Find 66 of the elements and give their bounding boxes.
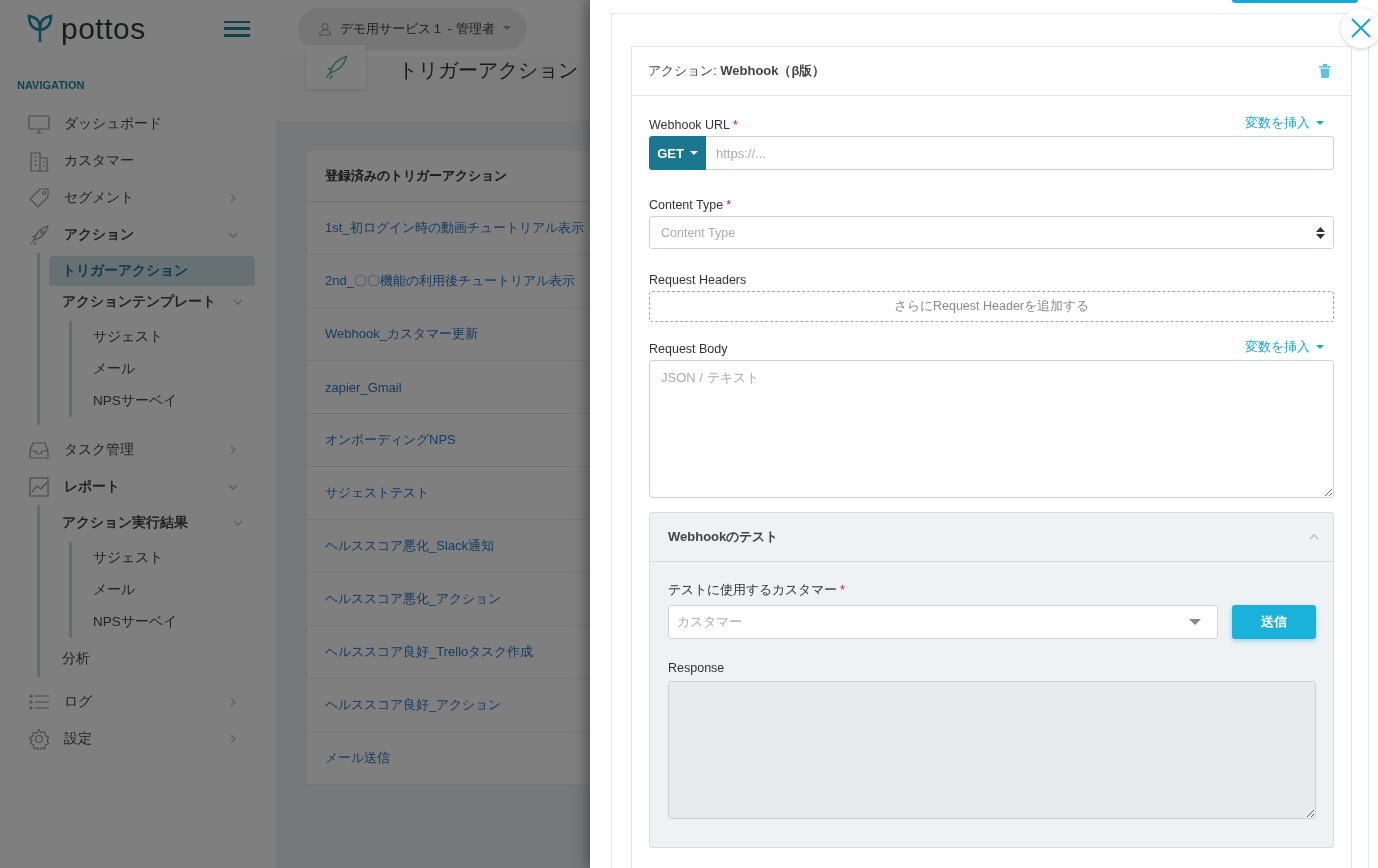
insert-variable-link[interactable]: 変数を挿入 bbox=[1245, 338, 1324, 356]
trigger-action-link[interactable]: 2nd_〇〇機能の利用後チュートリアル表示 bbox=[325, 272, 575, 290]
menu-icon[interactable] bbox=[224, 20, 250, 37]
nav-subitem[interactable]: NPSサーベイ bbox=[93, 606, 276, 638]
nav-item[interactable]: ログ bbox=[0, 683, 276, 720]
nav-subitem[interactable]: アクション実行結果 bbox=[49, 508, 255, 538]
send-button[interactable]: 送信 bbox=[1232, 605, 1316, 639]
nav-subitem[interactable]: 分析 bbox=[49, 644, 255, 674]
field-label: テストに使用するカスタマー * bbox=[668, 582, 846, 599]
nav-heading: NAVIGATION bbox=[16, 78, 86, 93]
trigger-action-link[interactable]: メール送信 bbox=[325, 749, 390, 767]
panel-title: Webhookのテスト bbox=[668, 528, 779, 546]
trigger-action-link[interactable]: Webhook_カスタマー更新 bbox=[325, 325, 478, 343]
logo-icon bbox=[27, 13, 53, 44]
nav-subitem[interactable]: メール bbox=[93, 353, 276, 385]
trigger-action-link[interactable]: zapier_Gmail bbox=[325, 379, 402, 395]
trigger-action-link[interactable]: サジェストテスト bbox=[325, 484, 429, 502]
field-label: Request Headers bbox=[649, 273, 747, 287]
account-menu[interactable]: デモ用サービス１ - 管理者 bbox=[298, 7, 527, 50]
rocket-icon bbox=[28, 223, 50, 246]
url-input[interactable]: https://... bbox=[706, 136, 1334, 170]
tag-icon bbox=[28, 186, 50, 209]
trigger-action-link[interactable]: ヘルススコア悪化_アクション bbox=[325, 590, 502, 608]
nav-subitem[interactable]: メール bbox=[93, 574, 276, 606]
trigger-action-link[interactable]: ヘルススコア悪化_Slack通知 bbox=[325, 537, 495, 555]
cut-off-button[interactable] bbox=[1232, 0, 1358, 3]
nav-item[interactable]: アクション bbox=[0, 216, 276, 253]
close-button[interactable] bbox=[1341, 8, 1378, 48]
trigger-action-link[interactable]: 1st_初ログイン時の動画チュートリアル表示 bbox=[325, 219, 584, 237]
field-label: Webhook URL * bbox=[649, 118, 738, 132]
monitor-icon bbox=[28, 112, 50, 135]
nav-item[interactable]: セグメント bbox=[0, 179, 276, 216]
trigger-action-link[interactable]: ヘルススコア良好_Trelloタスク作成 bbox=[325, 643, 534, 661]
nav-item[interactable]: カスタマー bbox=[0, 142, 276, 179]
insert-variable-link[interactable]: 変数を挿入 bbox=[1245, 114, 1324, 132]
user-icon bbox=[318, 21, 332, 36]
nav-item[interactable]: ダッシュボード bbox=[0, 105, 276, 142]
content-type-select[interactable]: Content Type bbox=[649, 216, 1334, 249]
request-body-textarea[interactable]: JSON / テキスト bbox=[649, 360, 1334, 498]
nav-subitem[interactable]: トリガーアクション bbox=[49, 256, 255, 286]
sort-arrows-icon bbox=[1316, 226, 1325, 239]
nav-subitem[interactable]: NPSサーベイ bbox=[93, 385, 276, 417]
field-label: Response bbox=[668, 661, 726, 675]
trash-icon[interactable] bbox=[1319, 64, 1331, 78]
close-icon bbox=[1351, 18, 1371, 38]
trigger-action-link[interactable]: オンボーディングNPS bbox=[325, 431, 456, 449]
nav-item[interactable]: レポート bbox=[0, 468, 276, 505]
nav-subitem[interactable]: アクションテンプレート bbox=[49, 287, 255, 317]
nav-item[interactable]: タスク管理 bbox=[0, 431, 276, 468]
caret-icon bbox=[502, 26, 511, 31]
customer-select[interactable]: カスタマー bbox=[668, 605, 1218, 639]
method-dropdown[interactable]: GET bbox=[649, 136, 706, 170]
rocket-icon bbox=[323, 54, 349, 80]
page-title: トリガーアクション bbox=[398, 58, 578, 83]
card-title: アクション: Webhook（β版） bbox=[648, 62, 826, 80]
nav-subitem[interactable]: サジェスト bbox=[93, 321, 276, 353]
nav-subitem[interactable]: サジェスト bbox=[93, 542, 276, 574]
trigger-action-link[interactable]: ヘルススコア良好_アクション bbox=[325, 696, 502, 714]
building-icon bbox=[28, 149, 50, 172]
brand-name: pottos bbox=[61, 11, 146, 46]
dropdown-arrow-icon bbox=[1189, 619, 1201, 625]
chart-icon bbox=[28, 475, 50, 498]
field-label: Request Body bbox=[649, 342, 728, 356]
gear-icon bbox=[28, 727, 50, 750]
nav-item[interactable]: 設定 bbox=[0, 720, 276, 757]
add-header-button[interactable]: さらにRequest Headerを追加する bbox=[649, 291, 1334, 322]
